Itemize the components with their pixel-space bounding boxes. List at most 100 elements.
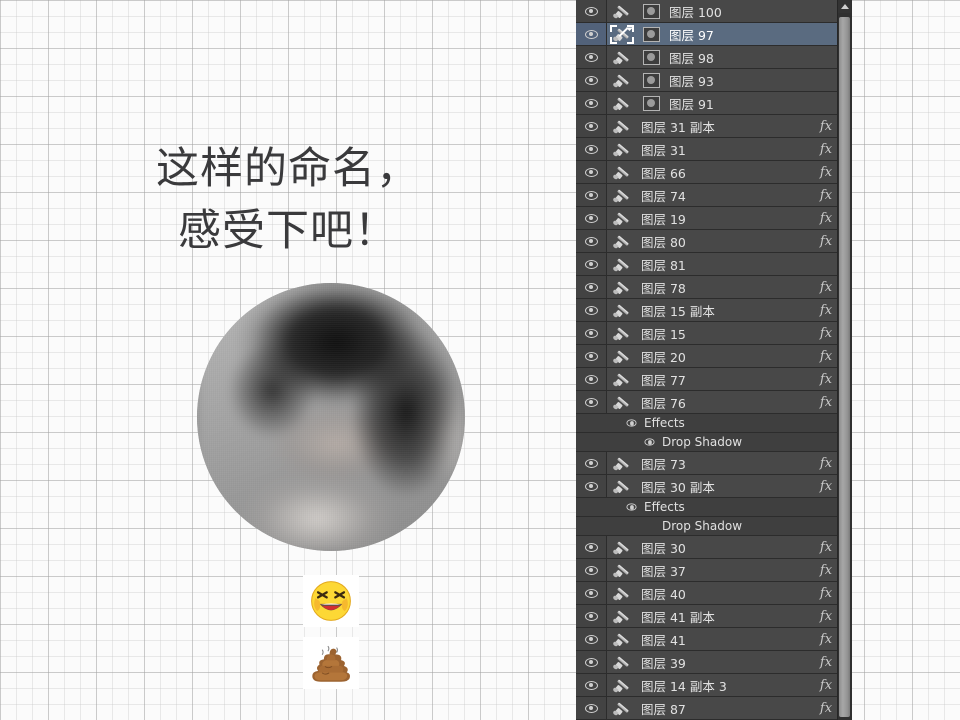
effect-visibility-toggle[interactable] <box>624 419 639 427</box>
eye-visibility-icon[interactable] <box>584 588 598 598</box>
layer-row[interactable]: 图层 15 fx <box>576 322 852 345</box>
effect-visibility-toggle[interactable] <box>642 438 657 446</box>
eye-visibility-icon[interactable] <box>584 634 598 644</box>
layer-visibility-toggle[interactable] <box>576 207 607 229</box>
layer-visibility-toggle[interactable] <box>576 23 607 45</box>
layer-row[interactable]: 图层 98 <box>576 46 852 69</box>
layer-visibility-toggle[interactable] <box>576 92 607 114</box>
eye-visibility-icon[interactable] <box>584 259 598 269</box>
eye-visibility-icon[interactable] <box>584 213 598 223</box>
layer-effects-fx-icon[interactable]: fx <box>815 184 837 206</box>
layer-visibility-toggle[interactable] <box>576 391 607 413</box>
layer-effects-fx-icon[interactable]: fx <box>815 230 837 252</box>
effect-visibility-toggle[interactable] <box>624 503 639 511</box>
layer-visibility-toggle[interactable] <box>576 368 607 390</box>
layer-effects-fx-icon[interactable]: fx <box>815 115 837 137</box>
eye-visibility-icon[interactable] <box>584 282 598 292</box>
layer-effects-fx-icon[interactable]: fx <box>815 368 837 390</box>
layer-row[interactable]: 图层 14 副本 3 fx <box>576 674 852 697</box>
layer-visibility-toggle[interactable] <box>576 69 607 91</box>
eye-visibility-icon[interactable] <box>584 236 598 246</box>
eye-visibility-icon[interactable] <box>584 351 598 361</box>
eye-visibility-icon[interactable] <box>626 419 637 427</box>
layer-effects-fx-icon[interactable]: fx <box>815 651 837 673</box>
eye-visibility-icon[interactable] <box>584 703 598 713</box>
layer-row[interactable]: 图层 81 <box>576 253 852 276</box>
eye-visibility-icon[interactable] <box>584 481 598 491</box>
eye-visibility-icon[interactable] <box>584 680 598 690</box>
layer-row[interactable]: 图层 41 fx <box>576 628 852 651</box>
layer-visibility-toggle[interactable] <box>576 138 607 160</box>
layer-effects-fx-icon[interactable]: fx <box>815 207 837 229</box>
layer-effects-fx-icon[interactable]: fx <box>815 391 837 413</box>
layers-scrollbar[interactable] <box>837 0 852 720</box>
layers-list[interactable]: 图层 100 图层 97 图层 98 图层 93 图层 91 图层 31 副本 fx 图层 3… <box>576 0 852 720</box>
layer-row[interactable]: 图层 31 副本 fx <box>576 115 852 138</box>
layers-panel[interactable]: 图层 100 图层 97 图层 98 图层 93 图层 91 图层 31 副本 fx 图层 3… <box>576 0 852 720</box>
layer-row[interactable]: 图层 37 fx <box>576 559 852 582</box>
eye-visibility-icon[interactable] <box>584 542 598 552</box>
eye-visibility-icon[interactable] <box>584 52 598 62</box>
layer-visibility-toggle[interactable] <box>576 230 607 252</box>
layer-row[interactable]: 图层 30 副本 fx <box>576 475 852 498</box>
layer-row[interactable]: 图层 76 fx <box>576 391 852 414</box>
layer-effects-fx-icon[interactable]: fx <box>815 299 837 321</box>
layer-row[interactable]: 图层 41 副本 fx <box>576 605 852 628</box>
layer-row[interactable]: 图层 77 fx <box>576 368 852 391</box>
layer-effects-fx-icon[interactable]: fx <box>815 322 837 344</box>
layer-effects-fx-icon[interactable]: fx <box>815 161 837 183</box>
layer-visibility-toggle[interactable] <box>576 651 607 673</box>
layer-thumbnail[interactable] <box>637 69 665 91</box>
layer-row[interactable]: 图层 78 fx <box>576 276 852 299</box>
eye-visibility-icon[interactable] <box>584 167 598 177</box>
layer-effects-fx-icon[interactable]: fx <box>815 674 837 696</box>
layer-row[interactable]: 图层 74 fx <box>576 184 852 207</box>
layer-visibility-toggle[interactable] <box>576 559 607 581</box>
eye-visibility-icon[interactable] <box>584 29 598 39</box>
layer-effects-fx-icon[interactable]: fx <box>815 452 837 474</box>
effect-row[interactable]: Drop Shadow <box>576 517 852 536</box>
canvas-area[interactable]: 这样的命名， 感受下吧！ <box>0 0 576 720</box>
layer-row[interactable]: 图层 40 fx <box>576 582 852 605</box>
scrollbar-thumb[interactable] <box>839 17 850 717</box>
eye-visibility-icon[interactable] <box>584 657 598 667</box>
layer-visibility-toggle[interactable] <box>576 345 607 367</box>
effects-group-row[interactable]: Effects <box>576 498 852 517</box>
layer-visibility-toggle[interactable] <box>576 0 607 22</box>
layer-row[interactable]: 图层 30 fx <box>576 536 852 559</box>
layer-row[interactable]: 图层 91 <box>576 92 852 115</box>
layer-row[interactable]: 图层 39 fx <box>576 651 852 674</box>
layer-visibility-toggle[interactable] <box>576 115 607 137</box>
eye-visibility-icon[interactable] <box>584 305 598 315</box>
layer-row[interactable]: 图层 31 fx <box>576 138 852 161</box>
scroll-up-button[interactable] <box>838 0 851 13</box>
layer-visibility-toggle[interactable] <box>576 161 607 183</box>
layer-visibility-toggle[interactable] <box>576 322 607 344</box>
eye-visibility-icon[interactable] <box>584 374 598 384</box>
layer-row[interactable]: 图层 15 副本 fx <box>576 299 852 322</box>
layer-effects-fx-icon[interactable]: fx <box>815 345 837 367</box>
eye-visibility-icon[interactable] <box>584 397 598 407</box>
layer-visibility-toggle[interactable] <box>576 475 607 497</box>
layer-visibility-toggle[interactable] <box>576 628 607 650</box>
layer-row[interactable]: 图层 19 fx <box>576 207 852 230</box>
eye-visibility-icon[interactable] <box>584 611 598 621</box>
layer-visibility-toggle[interactable] <box>576 299 607 321</box>
layer-effects-fx-icon[interactable]: fx <box>815 605 837 627</box>
eye-visibility-icon[interactable] <box>584 458 598 468</box>
layer-visibility-toggle[interactable] <box>576 452 607 474</box>
layer-thumbnail[interactable] <box>637 92 665 114</box>
layer-row[interactable]: 图层 97 <box>576 23 852 46</box>
layer-row[interactable]: 图层 100 <box>576 0 852 23</box>
layer-visibility-toggle[interactable] <box>576 674 607 696</box>
eye-visibility-icon[interactable] <box>584 98 598 108</box>
layer-thumbnail[interactable] <box>637 0 665 22</box>
layer-visibility-toggle[interactable] <box>576 276 607 298</box>
eye-visibility-icon[interactable] <box>584 121 598 131</box>
eye-visibility-icon[interactable] <box>584 190 598 200</box>
layer-effects-fx-icon[interactable]: fx <box>815 536 837 558</box>
layer-visibility-toggle[interactable] <box>576 184 607 206</box>
layer-effects-fx-icon[interactable]: fx <box>815 582 837 604</box>
effects-group-row[interactable]: Effects <box>576 414 852 433</box>
layer-visibility-toggle[interactable] <box>576 46 607 68</box>
